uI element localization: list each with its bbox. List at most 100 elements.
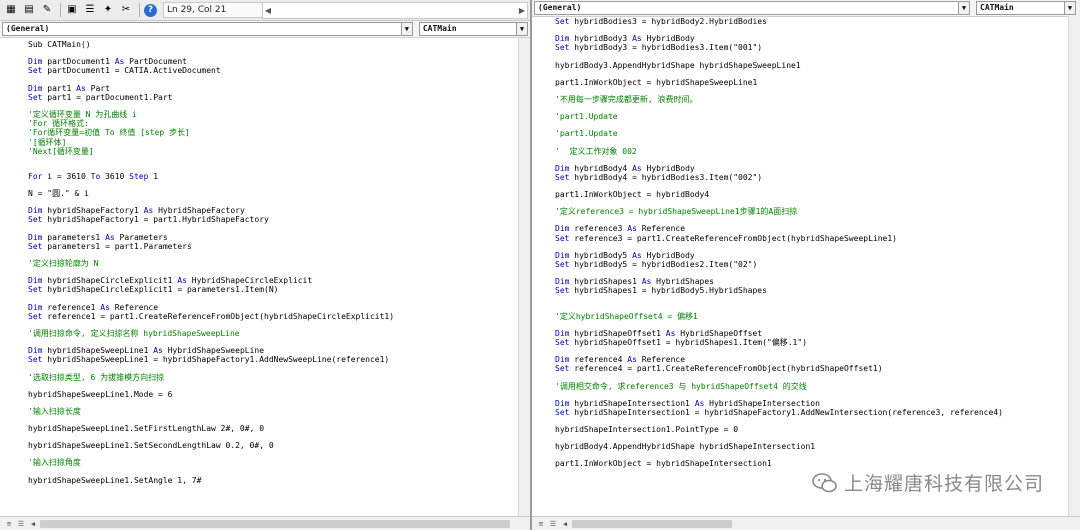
code-line[interactable]: Dim hybridShapeCircleExplicit1 As Hybrid… (28, 276, 518, 285)
procedure-view-icon[interactable]: ≡ (4, 519, 14, 529)
code-line[interactable]: Set hybridShapeIntersection1 = hybridSha… (555, 408, 1068, 417)
code-line[interactable] (555, 321, 1068, 329)
code-line[interactable]: '定义reference3 = hybridShapeSweepLine1步骤1… (555, 207, 1068, 216)
code-line[interactable] (28, 181, 518, 189)
properties-icon[interactable]: ☰ (83, 3, 97, 17)
scroll-thumb[interactable] (572, 520, 732, 528)
code-line[interactable] (28, 295, 518, 303)
code-line[interactable]: Set hybridBody3 = hybridBodies3.Item("00… (555, 43, 1068, 52)
code-line[interactable]: Dim hybridShapeOffset1 As HybridShapeOff… (555, 329, 1068, 338)
code-line[interactable] (28, 468, 518, 476)
code-line[interactable] (555, 451, 1068, 459)
code-line[interactable]: Set hybridShapeOffset1 = hybridShapes1.I… (555, 338, 1068, 347)
code-line[interactable]: '[循环体] (28, 138, 518, 147)
code-line[interactable] (555, 391, 1068, 399)
code-line[interactable]: '不用每一步骤完成都更新, 浪费时间。 (555, 95, 1068, 104)
code-line[interactable]: Set hybridBody5 = hybridBodies2.Item("02… (555, 260, 1068, 269)
code-line[interactable]: '输入扫掠角度 (28, 458, 518, 467)
view-object-icon[interactable]: ▦ (4, 3, 18, 17)
code-line[interactable]: Dim hybridShapes1 As HybridShapes (555, 277, 1068, 286)
code-line[interactable] (28, 251, 518, 259)
vertical-scrollbar[interactable] (518, 38, 530, 516)
procedure-dropdown[interactable]: CATMain ▼ (418, 22, 528, 36)
code-line[interactable]: hybridShapeSweepLine1.SetFirstLengthLaw … (28, 424, 518, 433)
code-line[interactable]: Set hybridShapeCircleExplicit1 = paramet… (28, 285, 518, 294)
code-line[interactable] (28, 321, 518, 329)
code-line[interactable]: Set hybridBody4 = hybridBodies3.Item("00… (555, 173, 1068, 182)
code-line[interactable]: 'For 循环格式: (28, 119, 518, 128)
chevron-down-icon[interactable]: ▼ (516, 23, 527, 35)
code-line[interactable] (555, 182, 1068, 190)
object-dropdown[interactable]: (General) ▼ (534, 1, 970, 15)
chevron-down-icon[interactable]: ▼ (400, 23, 412, 35)
code-line[interactable]: 'part1.Update (555, 112, 1068, 121)
code-line[interactable] (28, 338, 518, 346)
code-line[interactable]: Dim hybridBody5 As HybridBody (555, 251, 1068, 260)
code-line[interactable]: Dim hybridShapeSweepLine1 As HybridShape… (28, 346, 518, 355)
toolbar-scrollbar[interactable]: ◀ ▶ (262, 2, 528, 19)
code-line[interactable] (28, 198, 518, 206)
code-line[interactable]: Set hybridShapes1 = hybridBody5.HybridSh… (555, 286, 1068, 295)
code-line[interactable] (555, 374, 1068, 382)
code-line[interactable]: Dim hybridShapeFactory1 As HybridShapeFa… (28, 206, 518, 215)
code-line[interactable] (555, 26, 1068, 34)
code-line[interactable]: hybridBody4.AppendHybridShape hybridShap… (555, 442, 1068, 451)
code-line[interactable] (28, 164, 518, 172)
vertical-scrollbar[interactable] (1068, 16, 1080, 516)
code-line[interactable] (555, 269, 1068, 277)
project-explorer-icon[interactable]: ▣ (65, 3, 79, 17)
code-line[interactable]: Set partDocument1 = CATIA.ActiveDocument (28, 66, 518, 75)
chevron-down-icon[interactable]: ▼ (1064, 2, 1075, 14)
code-line[interactable] (28, 76, 518, 84)
code-line[interactable]: Dim part1 As Part (28, 84, 518, 93)
code-line[interactable]: hybridShapeSweepLine1.Mode = 6 (28, 390, 518, 399)
scroll-left-arrow-icon[interactable]: ◀ (263, 3, 273, 18)
code-line[interactable]: Set hybridShapeSweepLine1 = hybridShapeF… (28, 355, 518, 364)
code-line[interactable] (555, 216, 1068, 224)
code-line[interactable] (555, 53, 1068, 61)
code-line[interactable] (555, 434, 1068, 442)
code-line[interactable]: '输入扫掠长度 (28, 407, 518, 416)
code-line[interactable]: Set parameters1 = part1.Parameters (28, 242, 518, 251)
code-line[interactable]: Set reference1 = part1.CreateReferenceFr… (28, 312, 518, 321)
code-line[interactable]: 'For循环变量=初值 To 终值 [step 步长] (28, 128, 518, 137)
code-line[interactable] (555, 104, 1068, 112)
code-line[interactable]: Dim reference3 As Reference (555, 224, 1068, 233)
code-line[interactable] (555, 296, 1068, 304)
code-line[interactable]: Dim partDocument1 As PartDocument (28, 57, 518, 66)
code-editor[interactable]: Sub CATMain() Dim partDocument1 As PartDo… (0, 40, 518, 516)
code-line[interactable]: hybridShapeSweepLine1.SetAngle 1, 7# (28, 476, 518, 485)
full-module-view-icon[interactable]: ☰ (548, 519, 558, 529)
code-line[interactable] (555, 304, 1068, 312)
code-line[interactable]: hybridBody3.AppendHybridShape hybridShap… (555, 61, 1068, 70)
code-line[interactable] (28, 156, 518, 164)
code-line[interactable] (555, 87, 1068, 95)
chevron-down-icon[interactable]: ▼ (958, 2, 969, 14)
object-browser-icon[interactable]: ✦ (101, 3, 115, 17)
code-line[interactable]: hybridShapeSweepLine1.SetSecondLengthLaw… (28, 441, 518, 450)
code-line[interactable]: Sub CATMain() (28, 40, 518, 49)
code-line[interactable] (555, 347, 1068, 355)
code-line[interactable] (28, 416, 518, 424)
help-icon[interactable]: ? (144, 3, 157, 17)
code-line[interactable]: '调用相交命令, 求reference3 与 hybridShapeOffset… (555, 382, 1068, 391)
code-line[interactable] (555, 417, 1068, 425)
horizontal-scrollbar[interactable]: ≡ ☰ ◀ (0, 516, 530, 530)
horizontal-scrollbar[interactable]: ≡ ☰ ◀ (532, 516, 1080, 530)
code-editor[interactable]: Set hybridBodies3 = hybridBody2.HybridBo… (532, 17, 1068, 516)
scroll-thumb[interactable] (40, 520, 510, 528)
code-line[interactable] (28, 102, 518, 110)
code-line[interactable]: Dim hybridBody3 As HybridBody (555, 34, 1068, 43)
code-line[interactable] (28, 49, 518, 57)
toolbox-icon[interactable]: ✂ (119, 3, 133, 17)
code-line[interactable] (555, 243, 1068, 251)
code-line[interactable]: 'part1.Update (555, 129, 1068, 138)
code-line[interactable]: '定义hybridShapeOffset4 = 偏移1 (555, 312, 1068, 321)
code-line[interactable]: '选取扫掠类型, 6 为拔锥模方向扫掠 (28, 373, 518, 382)
code-line[interactable]: '定义循环变量 N 为孔曲线 i (28, 110, 518, 119)
code-line[interactable]: Set hybridShapeFactory1 = part1.HybridSh… (28, 215, 518, 224)
object-dropdown[interactable]: (General) ▼ (2, 22, 413, 36)
code-line[interactable]: Dim hybridShapeIntersection1 As HybridSh… (555, 399, 1068, 408)
code-line[interactable]: Set reference3 = part1.CreateReferenceFr… (555, 234, 1068, 243)
code-line[interactable]: Dim hybridBody4 As HybridBody (555, 164, 1068, 173)
